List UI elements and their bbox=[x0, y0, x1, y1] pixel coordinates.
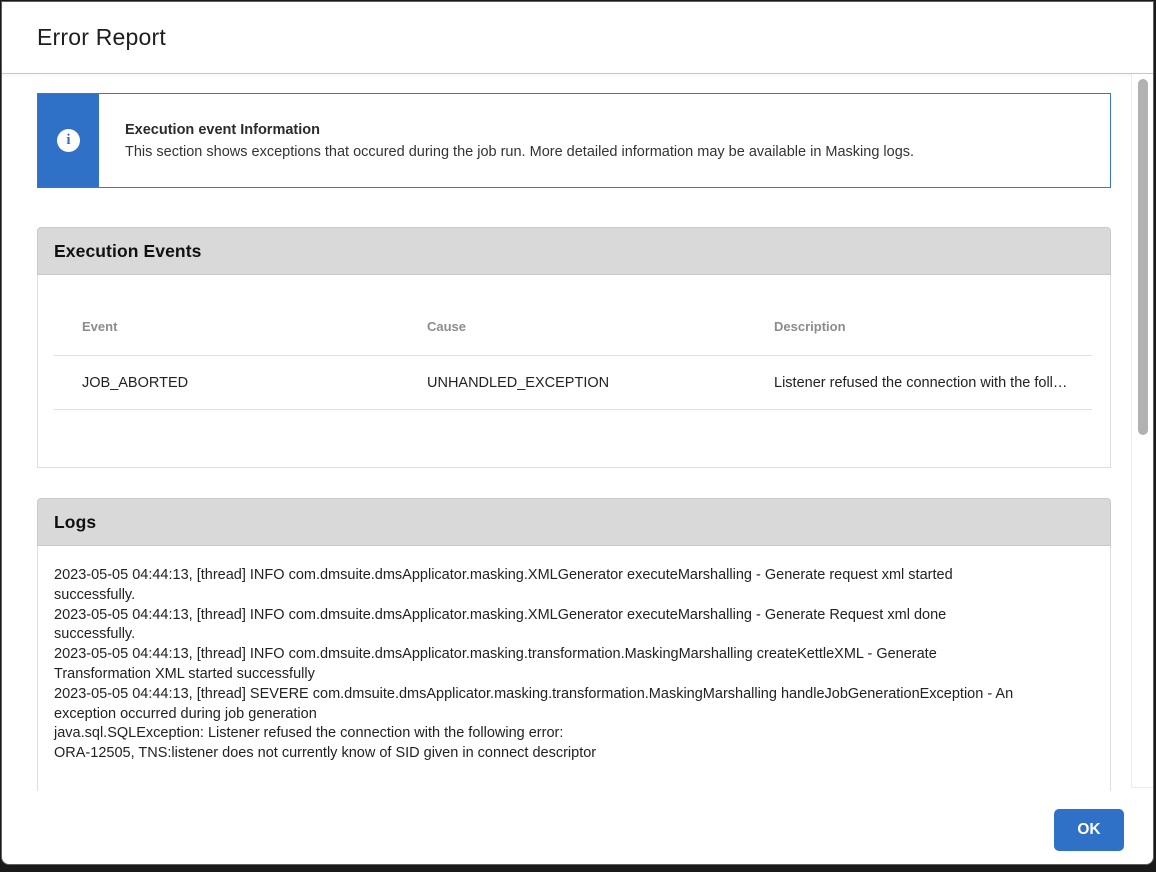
info-banner-title: Execution event Information bbox=[125, 122, 1094, 138]
log-lines: 2023-05-05 04:44:13, [thread] INFO com.d… bbox=[54, 566, 1024, 764]
log-line: 2023-05-05 04:44:13, [thread] INFO com.d… bbox=[54, 606, 1024, 646]
log-line: java.sql.SQLException: Listener refused … bbox=[54, 724, 1024, 744]
execution-events-panel: Event Cause Description JOB_ABORTED UNHA… bbox=[37, 275, 1111, 468]
execution-events-section: Execution Events Event Cause Description… bbox=[37, 227, 1111, 468]
logs-header-bar: Logs bbox=[37, 498, 1111, 546]
logs-section: Logs 2023-05-05 04:44:13, [thread] INFO … bbox=[37, 498, 1111, 791]
info-icon: i bbox=[57, 129, 80, 152]
table-divider bbox=[54, 409, 1092, 410]
log-line: 2023-05-05 04:44:13, [thread] INFO com.d… bbox=[54, 566, 1024, 606]
logs-title: Logs bbox=[54, 512, 96, 533]
table-divider bbox=[54, 355, 1092, 356]
logs-panel: 2023-05-05 04:44:13, [thread] INFO com.d… bbox=[37, 546, 1111, 791]
event-cell: JOB_ABORTED bbox=[82, 375, 188, 391]
info-icon-box: i bbox=[38, 94, 99, 187]
scrollbar-thumb[interactable] bbox=[1138, 79, 1148, 435]
log-line: 2023-05-05 04:44:13, [thread] INFO com.d… bbox=[54, 645, 1024, 685]
cause-cell: UNHANDLED_EXCEPTION bbox=[427, 375, 609, 391]
column-header-event: Event bbox=[82, 319, 117, 334]
dialog-title: Error Report bbox=[37, 24, 166, 51]
column-header-cause: Cause bbox=[427, 319, 466, 334]
execution-events-header-bar: Execution Events bbox=[37, 227, 1111, 275]
log-line: ORA-12505, TNS:listener does not current… bbox=[54, 744, 1024, 764]
info-banner-description: This section shows exceptions that occur… bbox=[125, 144, 1094, 160]
log-line: 2023-05-05 04:44:13, [thread] SEVERE com… bbox=[54, 685, 1024, 725]
execution-info-banner: i Execution event Information This secti… bbox=[37, 93, 1111, 188]
screen-backdrop: Error Report i Execution event Informati… bbox=[0, 0, 1156, 872]
info-banner-text: Execution event Information This section… bbox=[125, 122, 1094, 160]
execution-events-title: Execution Events bbox=[54, 241, 201, 262]
description-cell: Listener refused the connection with the… bbox=[774, 375, 1067, 391]
ok-button[interactable]: OK bbox=[1054, 809, 1124, 851]
header-divider bbox=[2, 73, 1153, 74]
error-report-dialog: Error Report i Execution event Informati… bbox=[1, 1, 1154, 865]
column-header-description: Description bbox=[774, 319, 846, 334]
